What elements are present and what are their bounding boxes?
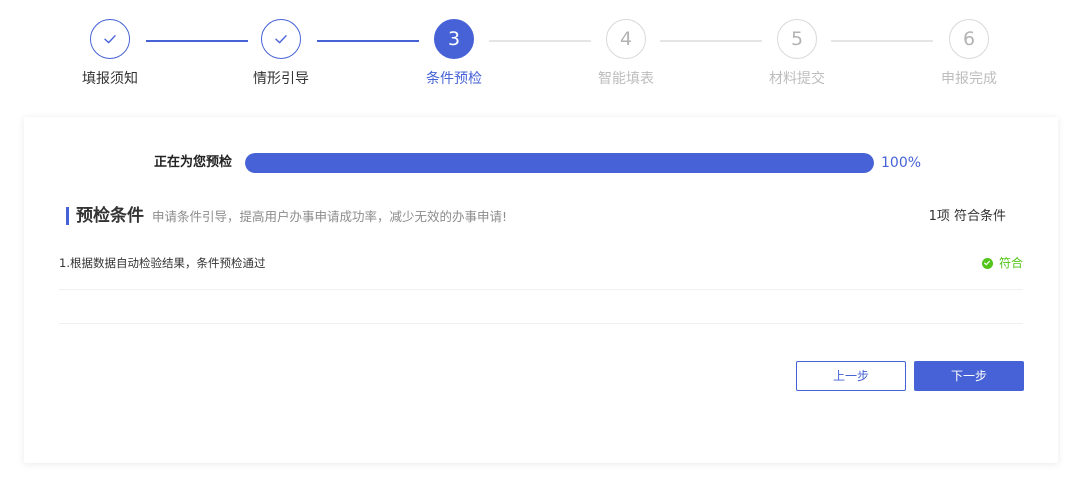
check-icon [275,35,287,44]
section-accent-bar [66,207,69,225]
step-3[interactable]: 3 条件预检 [394,19,514,88]
step-2-circle [261,19,301,59]
condition-item-status-text: 符合 [998,256,1023,270]
step-1-label: 填报须知 [82,71,138,87]
section-count: 1项 符合条件 [928,209,1006,224]
step-5-circle: 5 [777,19,817,59]
progress-track [245,153,874,173]
condition-item: 1.根据数据自动检验结果，条件预检通过 符合 [59,248,1023,290]
step-4-label: 智能填表 [598,71,654,87]
step-4[interactable]: 4 智能填表 [566,19,686,88]
prev-step-button[interactable]: 上一步 [796,361,906,391]
section-description: 申请条件引导，提高用户办事申请成功率，减少无效的办事申请! [152,209,508,224]
precheck-progress: 正在为您预检 100% [24,152,1058,174]
step-3-label: 条件预检 [426,71,482,87]
progress-percent: 100% [881,155,922,171]
step-6-circle: 6 [949,19,989,59]
step-4-circle: 4 [606,19,646,59]
section-header: 预检条件 申请条件引导，提高用户办事申请成功率，减少无效的办事申请! 1项 符合… [24,205,1058,227]
step-6-label: 申报完成 [941,71,997,87]
check-icon [104,35,116,44]
step-5-label: 材料提交 [769,71,825,87]
precheck-card: 正在为您预检 100% 预检条件 申请条件引导，提高用户办事申请成功率，减少无效… [24,117,1058,463]
progress-stepper: 填报须知 情形引导 3 条件预检 4 智能填表 5 材料提交 6 申报完成 [0,0,1080,100]
step-6[interactable]: 6 申报完成 [909,19,1029,88]
progress-label: 正在为您预检 [154,155,233,170]
step-1[interactable]: 填报须知 [50,19,170,88]
section-title: 预检条件 [76,206,144,226]
condition-item-text: 1.根据数据自动检验结果，条件预检通过 [59,256,266,270]
step-2[interactable]: 情形引导 [221,19,341,88]
step-1-circle [90,19,130,59]
check-circle-icon [981,257,993,269]
next-step-button[interactable]: 下一步 [914,361,1024,391]
progress-fill [245,153,874,173]
step-5[interactable]: 5 材料提交 [737,19,857,88]
condition-item-status: 符合 [981,255,1023,271]
step-3-circle: 3 [434,19,474,59]
section-divider [59,323,1023,324]
step-2-label: 情形引导 [253,71,309,87]
